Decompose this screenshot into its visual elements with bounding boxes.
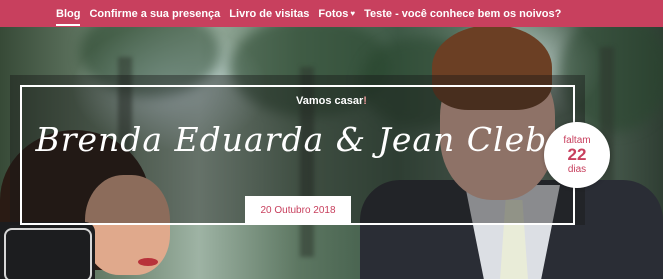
countdown-badge: faltam 22 dias <box>544 122 610 188</box>
nav-item-confirme-presenca[interactable]: Confirme a sua presença <box>89 8 220 20</box>
nav-list: Blog Confirme a sua presença Livro de vi… <box>56 0 570 27</box>
nav-item-livro-de-visitas[interactable]: Livro de visitas <box>229 8 309 20</box>
hero-eyebrow-text: Vamos casar <box>296 95 364 107</box>
top-navbar: Blog Confirme a sua presença Livro de vi… <box>0 0 663 27</box>
nav-item-fotos-label: Fotos <box>318 7 349 20</box>
nav-item-blog[interactable]: Blog <box>56 8 81 26</box>
countdown-days: 22 <box>567 145 587 164</box>
hero-eyebrow-exclaim: ! <box>363 95 367 107</box>
couple-names: Brenda Eduarda & Jean Cleber <box>35 120 585 159</box>
chalkboard-border <box>4 228 92 279</box>
wedding-date-badge: 20 Outubro 2018 <box>245 196 351 225</box>
nav-item-teste[interactable]: Teste - você conhece bem os noivos? <box>364 8 561 20</box>
hero-eyebrow: Vamos casar! <box>0 95 663 107</box>
nav-item-fotos[interactable]: Fotos ♥ <box>318 8 355 20</box>
heart-icon: ♥ <box>350 9 356 18</box>
bride-lips <box>138 258 158 266</box>
countdown-label-bottom: dias <box>567 164 587 175</box>
